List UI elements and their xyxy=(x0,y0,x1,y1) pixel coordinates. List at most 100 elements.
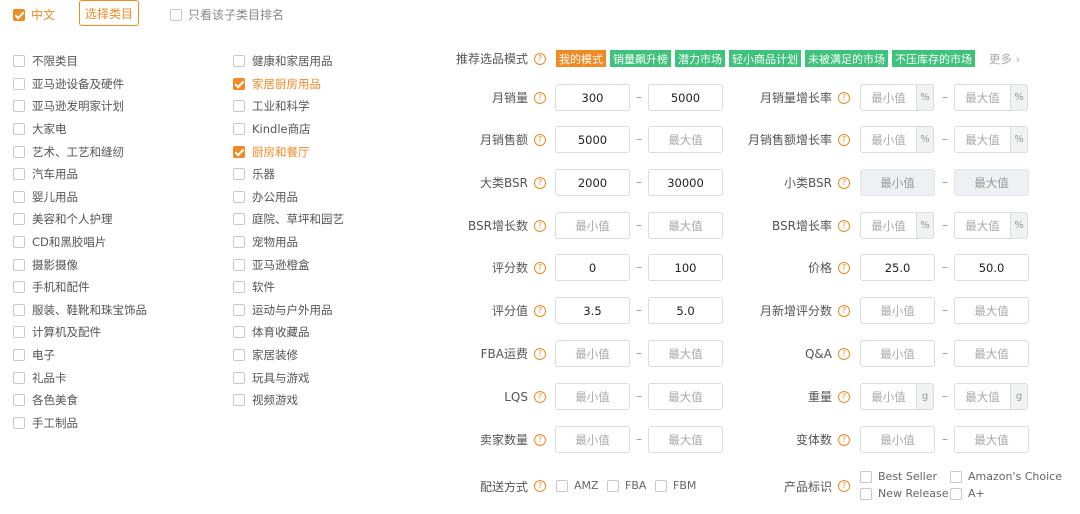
category-checkbox[interactable] xyxy=(233,326,245,339)
help-icon[interactable]: ? xyxy=(838,304,850,317)
monthly_sales-min-input[interactable]: 300 xyxy=(555,84,630,111)
monthly_new_reviews-min-input[interactable]: 最小值 xyxy=(860,297,935,324)
monthly_revenue_growth-min-input[interactable]: 最小值 xyxy=(860,126,917,153)
category-checkbox[interactable] xyxy=(13,236,25,249)
mode-tag[interactable]: 不压库存的市场 xyxy=(892,50,975,67)
category-item[interactable]: 手机和配件 xyxy=(13,276,147,299)
help-icon[interactable]: ? xyxy=(534,219,546,232)
monthly_new_reviews-max-input[interactable]: 最大值 xyxy=(954,297,1029,324)
help-icon[interactable]: ? xyxy=(838,433,850,446)
language-checkbox[interactable] xyxy=(13,8,25,21)
category-checkbox[interactable] xyxy=(13,416,25,429)
help-icon[interactable]: ? xyxy=(838,91,850,104)
category-item[interactable]: 礼品卡 xyxy=(13,366,147,389)
category-checkbox[interactable] xyxy=(233,168,245,181)
category-checkbox[interactable] xyxy=(233,394,245,407)
monthly_sales_growth-min-input[interactable]: 最小值 xyxy=(860,84,917,111)
help-icon[interactable]: ? xyxy=(838,390,850,403)
help-icon[interactable]: ? xyxy=(838,219,850,232)
lqs-max-input[interactable]: 最大值 xyxy=(648,383,723,410)
mode-tag[interactable]: 未被满足的市场 xyxy=(805,50,888,67)
badge-option-new-release[interactable]: New Release xyxy=(860,487,948,500)
category-checkbox[interactable] xyxy=(13,100,25,113)
bsr_growth_rate-min-input[interactable]: 最小值 xyxy=(860,212,917,239)
monthly_revenue-max-input[interactable]: 最大值 xyxy=(648,126,723,153)
badge-option-best-seller[interactable]: Best Seller xyxy=(860,470,937,483)
badge-option-a-plus[interactable]: A+ xyxy=(950,487,985,500)
monthly_sales-max-input[interactable]: 5000 xyxy=(648,84,723,111)
category-item[interactable]: CD和黑胶唱片 xyxy=(13,231,147,254)
qa-max-input[interactable]: 最大值 xyxy=(954,340,1029,367)
category-item[interactable]: 玩具与游戏 xyxy=(233,366,344,389)
category-item[interactable]: 软件 xyxy=(233,276,344,299)
mode-tag[interactable]: 轻小商品计划 xyxy=(729,50,801,67)
sub_bsr-min-input[interactable]: 最小值 xyxy=(860,169,935,196)
bsr_growth_rate-max-input[interactable]: 最大值 xyxy=(954,212,1011,239)
category-item[interactable]: 家居厨房用品 xyxy=(233,73,344,96)
variant_count-min-input[interactable]: 最小值 xyxy=(860,426,935,453)
category-item[interactable]: 艺术、工艺和缝纫 xyxy=(13,140,147,163)
mode-tag[interactable]: 销量飙升榜 xyxy=(610,50,671,67)
help-icon[interactable]: ? xyxy=(534,261,546,274)
category-item[interactable]: 庭院、草坪和园艺 xyxy=(233,208,344,231)
category-item[interactable]: 体育收藏品 xyxy=(233,321,344,344)
category-item[interactable]: 计算机及配件 xyxy=(13,321,147,344)
mode-tag[interactable]: 我的模式 xyxy=(556,50,606,67)
category-checkbox[interactable] xyxy=(233,77,245,90)
category-item[interactable]: 视频游戏 xyxy=(233,389,344,412)
category-checkbox[interactable] xyxy=(233,258,245,271)
shipping-option-amz[interactable]: AMZ xyxy=(556,479,599,492)
category-item[interactable]: 家居装修 xyxy=(233,344,344,367)
select-category-button[interactable]: 选择类目 xyxy=(79,0,139,26)
category-item[interactable]: 工业和科学 xyxy=(233,95,344,118)
category-checkbox[interactable] xyxy=(13,326,25,339)
price-min-input[interactable]: 25.0 xyxy=(860,254,935,281)
category-checkbox[interactable] xyxy=(13,394,25,407)
category-item[interactable]: 运动与户外用品 xyxy=(233,299,344,322)
best-seller-checkbox[interactable] xyxy=(860,470,872,483)
weight-max-input[interactable]: 最大值 xyxy=(954,383,1011,410)
category-item[interactable]: 厨房和餐厅 xyxy=(233,140,344,163)
help-icon[interactable]: ? xyxy=(838,480,850,492)
language-toggle[interactable]: 中文 xyxy=(13,6,55,23)
shipping-option-fbm[interactable]: FBM xyxy=(655,479,696,492)
category-checkbox[interactable] xyxy=(233,190,245,203)
mode-tag[interactable]: 潜力市场 xyxy=(675,50,725,67)
help-icon[interactable]: ? xyxy=(838,133,850,146)
category-item[interactable]: 服装、鞋靴和珠宝饰品 xyxy=(13,299,147,322)
category-checkbox[interactable] xyxy=(233,100,245,113)
more-modes-link[interactable]: 更多 › xyxy=(989,51,1020,67)
amazons-choice-checkbox[interactable] xyxy=(950,470,962,483)
category-item[interactable]: 大家电 xyxy=(13,118,147,141)
weight-min-input[interactable]: 最小值 xyxy=(860,383,917,410)
only-subcategory-toggle[interactable]: 只看该子类目排名 xyxy=(170,6,284,23)
help-icon[interactable]: ? xyxy=(534,304,546,317)
category-checkbox[interactable] xyxy=(13,190,25,203)
category-checkbox[interactable] xyxy=(233,303,245,316)
category-checkbox[interactable] xyxy=(13,303,25,316)
category-item[interactable]: 婴儿用品 xyxy=(13,186,147,209)
help-icon[interactable]: ? xyxy=(534,52,546,65)
shipping-fba-checkbox[interactable] xyxy=(607,479,619,492)
category-checkbox[interactable] xyxy=(233,123,245,136)
category-checkbox[interactable] xyxy=(13,168,25,181)
category-checkbox[interactable] xyxy=(13,55,25,68)
category-checkbox[interactable] xyxy=(233,349,245,362)
help-icon[interactable]: ? xyxy=(534,480,546,492)
help-icon[interactable]: ? xyxy=(838,261,850,274)
help-icon[interactable]: ? xyxy=(534,390,546,403)
category-checkbox[interactable] xyxy=(13,349,25,362)
qa-min-input[interactable]: 最小值 xyxy=(860,340,935,367)
category-checkbox[interactable] xyxy=(13,258,25,271)
category-item[interactable]: 亚马逊发明家计划 xyxy=(13,95,147,118)
category-item[interactable]: 电子 xyxy=(13,344,147,367)
category-item[interactable]: 汽车用品 xyxy=(13,163,147,186)
category-item[interactable]: 摄影摄像 xyxy=(13,253,147,276)
category-checkbox[interactable] xyxy=(233,213,245,226)
category-checkbox[interactable] xyxy=(233,371,245,384)
category-checkbox[interactable] xyxy=(13,77,25,90)
sub_bsr-max-input[interactable]: 最大值 xyxy=(954,169,1029,196)
category-checkbox[interactable] xyxy=(13,281,25,294)
category-item[interactable]: Kindle商店 xyxy=(233,118,344,141)
fba_fee-min-input[interactable]: 最小值 xyxy=(555,340,630,367)
